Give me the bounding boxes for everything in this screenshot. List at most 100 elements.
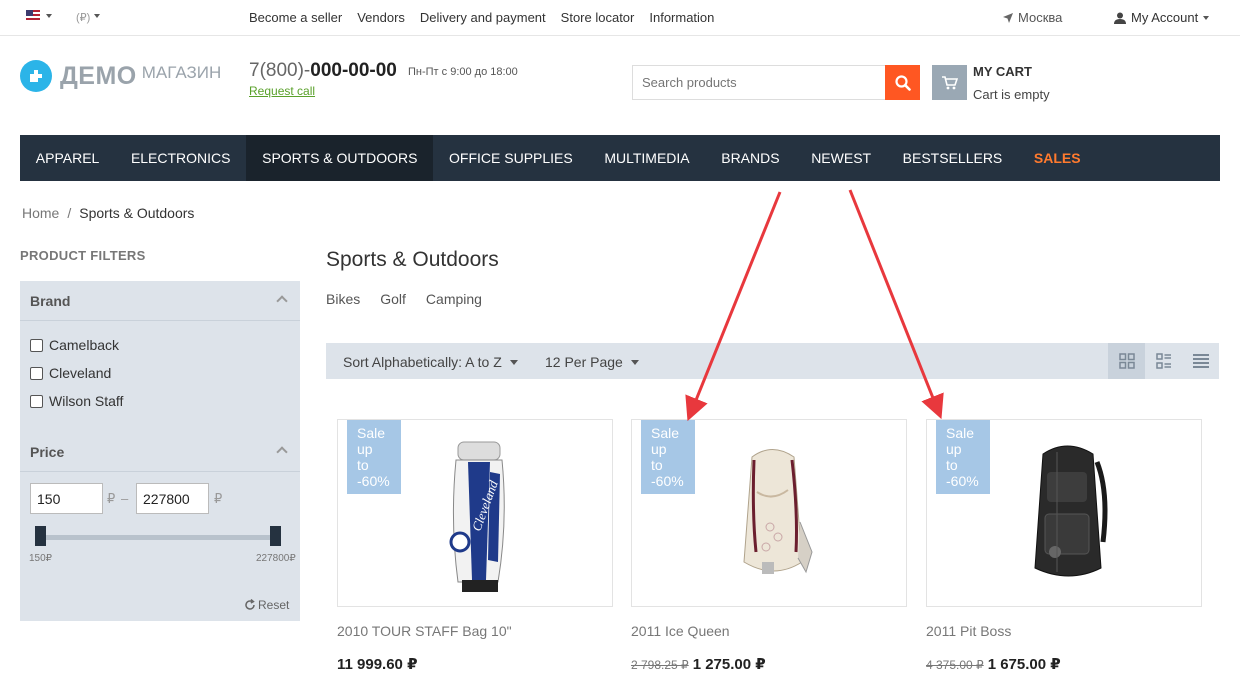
price-slider-max-handle[interactable] (270, 526, 281, 546)
brand-option-wilson-staff[interactable]: Wilson Staff (30, 393, 123, 409)
top-link-information[interactable]: Information (649, 10, 714, 25)
sort-bar: Sort Alphabetically: A to Z 12 Per Page (326, 343, 1219, 379)
user-icon (1114, 12, 1126, 24)
product-name[interactable]: 2010 TOUR STAFF Bag 10" (337, 623, 512, 639)
white-backpack-image[interactable] (722, 432, 822, 597)
product-card[interactable]: Sale up to -60% Cleveland (337, 419, 613, 607)
top-links: Become a seller Vendors Delivery and pay… (249, 10, 714, 25)
main-nav: APPAREL ELECTRONICS SPORTS & OUTDOORS OF… (20, 135, 1220, 181)
search-icon (894, 74, 911, 91)
grid-view-button[interactable] (1108, 343, 1145, 379)
nav-item-brands[interactable]: BRANDS (705, 135, 795, 181)
checkbox[interactable] (30, 366, 43, 380)
currency-selector[interactable]: (₽) (76, 11, 90, 24)
product-price: 11 999.60 ₽ (337, 656, 418, 673)
checkbox[interactable] (30, 394, 43, 408)
logo[interactable]: ДЕМО МАГАЗИН (20, 60, 221, 92)
breadcrumb: Home / Sports & Outdoors (22, 205, 194, 221)
chevron-down-icon[interactable] (46, 14, 52, 18)
nav-item-office-supplies[interactable]: OFFICE SUPPLIES (433, 135, 588, 181)
sale-badge: Sale up to -60% (347, 420, 401, 494)
subcategory-golf[interactable]: Golf (380, 291, 406, 307)
price-filter-label: Price (30, 444, 65, 460)
product-name[interactable]: 2011 Ice Queen (631, 623, 730, 639)
us-flag-icon[interactable] (26, 10, 40, 20)
location-arrow-icon (1003, 12, 1013, 23)
cart-title[interactable]: MY CART (973, 64, 1032, 79)
search-button[interactable] (885, 65, 920, 100)
price-min-input[interactable]: 150 (30, 483, 103, 514)
slider-min-label: 150₽ (29, 553, 53, 564)
subcategory-camping[interactable]: Camping (426, 291, 482, 307)
phone-number: 7(800)-000-00-00 (249, 60, 397, 81)
brand-option-camelback[interactable]: Camelback (30, 337, 119, 353)
cart-icon (941, 75, 958, 89)
breadcrumb-current: Sports & Outdoors (79, 205, 195, 221)
city-label: Москва (1018, 10, 1063, 25)
search-input[interactable] (632, 65, 885, 100)
logo-text-main: ДЕМО (60, 61, 137, 90)
filters-title: PRODUCT FILTERS (20, 248, 146, 263)
top-link-store-locator[interactable]: Store locator (561, 10, 635, 25)
nav-item-sales[interactable]: SALES (1018, 135, 1096, 181)
checkbox[interactable] (30, 338, 43, 352)
product-name[interactable]: 2011 Pit Boss (926, 623, 1011, 639)
nav-item-bestsellers[interactable]: BESTSELLERS (887, 135, 1018, 181)
nav-item-sports-outdoors[interactable]: SPORTS & OUTDOORS (246, 135, 434, 181)
per-page-dropdown[interactable]: 12 Per Page (545, 354, 639, 370)
breadcrumb-separator: / (67, 205, 72, 221)
price-slider-min-handle[interactable] (35, 526, 46, 546)
product-card[interactable]: Sale up to -60% (631, 419, 907, 607)
old-price: 4 375.00 ₽ (926, 658, 984, 672)
subcategory-bikes[interactable]: Bikes (326, 291, 360, 307)
logo-text-sub: МАГАЗИН (141, 63, 222, 82)
currency-symbol: ₽ (107, 491, 116, 506)
range-separator: – (121, 491, 129, 506)
subcategories: Bikes Golf Camping (326, 291, 482, 307)
nav-item-multimedia[interactable]: MULTIMEDIA (589, 135, 706, 181)
old-price: 2 798.25 ₽ (631, 658, 689, 672)
golf-bag-image[interactable]: Cleveland (428, 432, 528, 597)
brand-filter-header[interactable]: Brand (20, 281, 300, 321)
reset-filters-button[interactable]: Reset (244, 598, 289, 612)
logo-icon (20, 60, 52, 92)
currency-symbol: ₽ (214, 491, 223, 506)
working-hours: Пн-Пт с 9:00 до 18:00 (408, 66, 518, 78)
chevron-down-icon (1203, 15, 1210, 20)
sale-badge: Sale up to -60% (936, 420, 990, 494)
brand-filter-label: Brand (30, 293, 71, 309)
top-link-become-seller[interactable]: Become a seller (249, 10, 342, 25)
product-price: 4 375.00 ₽1 675.00 ₽ (926, 656, 1061, 673)
brand-option-cleveland[interactable]: Cleveland (30, 365, 111, 381)
slider-max-label: 227800₽ (256, 553, 296, 564)
product-price: 2 798.25 ₽1 275.00 ₽ (631, 656, 766, 673)
breadcrumb-home[interactable]: Home (22, 205, 59, 221)
reset-label: Reset (258, 598, 290, 612)
top-bar: (₽) Become a seller Vendors Delivery and… (0, 0, 1240, 36)
nav-item-electronics[interactable]: ELECTRONICS (115, 135, 246, 181)
compact-view-icon (1192, 354, 1209, 368)
account-menu[interactable]: My Account (1114, 10, 1210, 25)
page-title: Sports & Outdoors (326, 248, 499, 271)
price-filter-header[interactable]: Price (20, 432, 300, 472)
list-view-button[interactable] (1145, 343, 1182, 379)
sale-badge: Sale up to -60% (641, 420, 695, 494)
cart-button[interactable] (932, 65, 967, 100)
request-call-link[interactable]: Request call (249, 84, 315, 98)
refresh-icon (245, 599, 255, 610)
top-link-vendors[interactable]: Vendors (357, 10, 405, 25)
price-slider-track[interactable] (40, 535, 276, 540)
compact-view-button[interactable] (1182, 343, 1219, 379)
nav-item-newest[interactable]: NEWEST (795, 135, 886, 181)
sort-dropdown[interactable]: Sort Alphabetically: A to Z (343, 354, 518, 370)
chevron-down-icon (509, 359, 518, 365)
top-link-delivery[interactable]: Delivery and payment (420, 10, 546, 25)
nav-item-apparel[interactable]: APPAREL (20, 135, 115, 181)
product-card[interactable]: Sale up to -60% (926, 419, 1202, 607)
chevron-down-icon[interactable] (94, 14, 100, 18)
filters-panel: Brand Camelback Cleveland Wilson Staff P… (20, 281, 300, 621)
black-backpack-image[interactable] (1017, 432, 1117, 597)
price-max-input[interactable]: 227800 (136, 483, 209, 514)
chevron-up-icon (276, 446, 288, 458)
city-selector[interactable]: Москва (1003, 10, 1062, 25)
